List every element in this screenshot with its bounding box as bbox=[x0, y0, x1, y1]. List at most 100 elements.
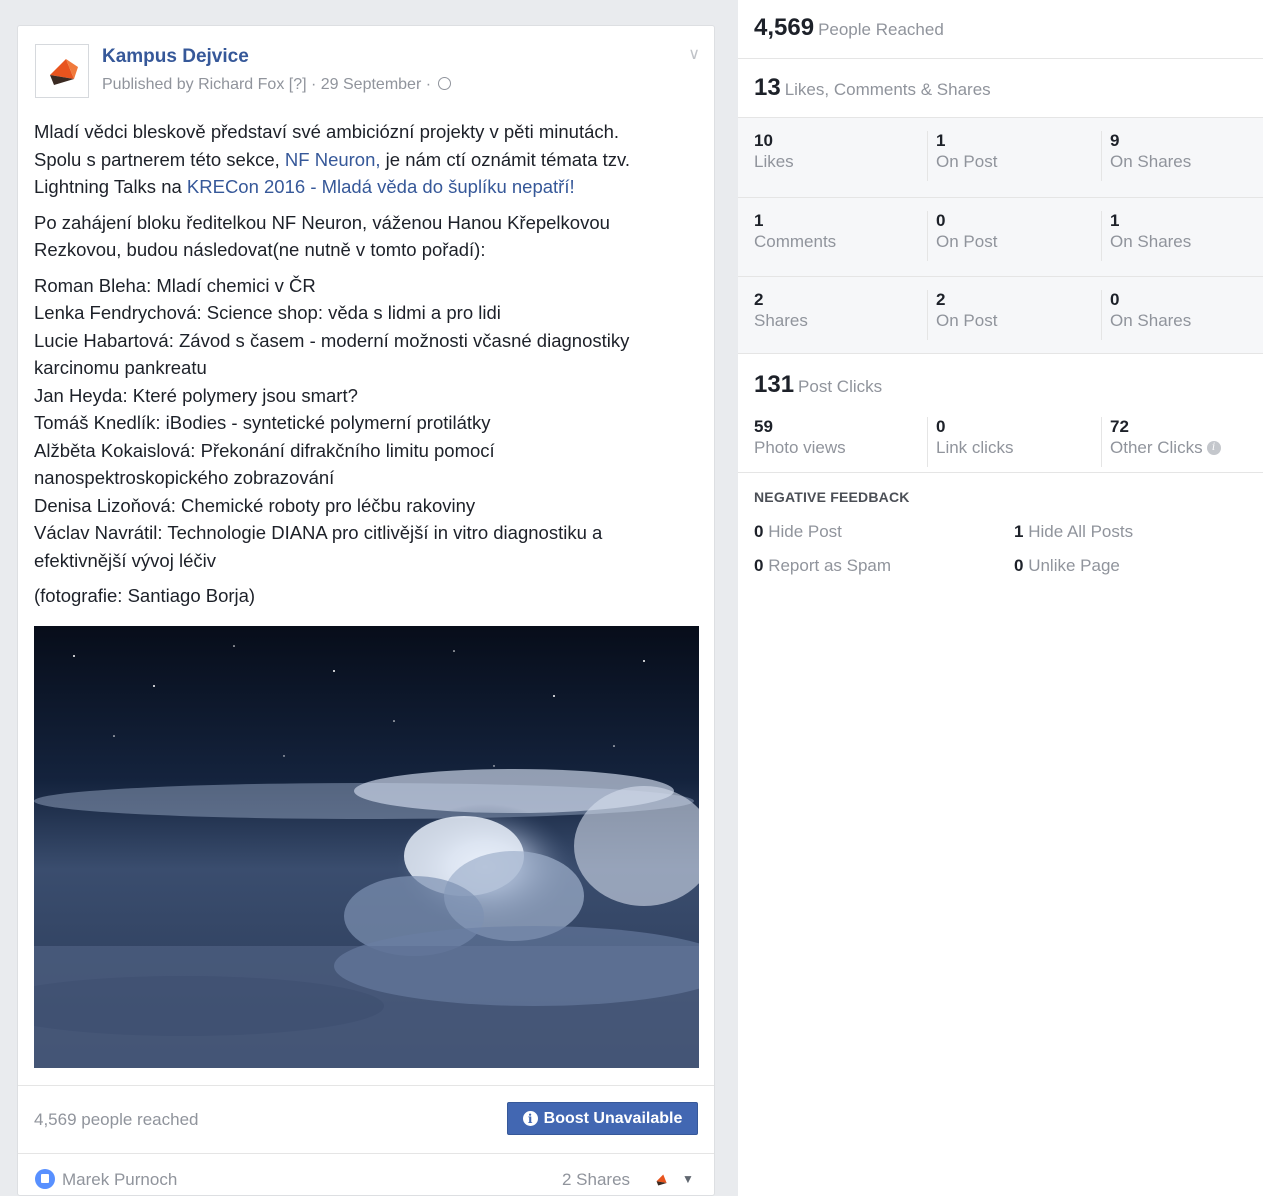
cell-number: 72 bbox=[1110, 417, 1129, 436]
cell-number: 2 bbox=[936, 290, 946, 309]
reactions-row: Marek Purnoch 2 Shares ▼ bbox=[18, 1153, 714, 1196]
shares-count[interactable]: 2 Shares bbox=[562, 1170, 630, 1190]
stat-label: People Reached bbox=[818, 20, 944, 39]
likes-on-shares: 9 On Shares bbox=[1101, 131, 1191, 181]
page-avatar[interactable] bbox=[35, 44, 89, 98]
speaker-line: Jan Heyda: Které polymery jsou smart? bbox=[34, 384, 358, 406]
paragraph-opening: Po zahájení bloku ředitelkou NF Neuron, … bbox=[34, 209, 704, 264]
cell-label: Comments bbox=[754, 232, 837, 251]
link-clicks: 0 Link clicks bbox=[927, 417, 1013, 467]
speaker-line: Denisa Lizoňová: Chemické roboty pro léč… bbox=[34, 494, 476, 516]
engagement-stat: 13 Likes, Comments & Shares bbox=[754, 74, 991, 102]
text-line: Rezkovou, budou následovat(ne nutně v to… bbox=[34, 239, 486, 260]
speaker-line: Tomáš Knedlík: iBodies - syntetické poly… bbox=[34, 412, 491, 433]
cell-label: Shares bbox=[754, 311, 808, 330]
stat-number: 0 bbox=[754, 556, 764, 575]
stat-label: Post Clicks bbox=[798, 377, 883, 396]
nf-neuron-link[interactable]: NF Neuron, bbox=[285, 149, 381, 170]
shares-total: 2 Shares bbox=[754, 290, 808, 332]
info-icon[interactable]: i bbox=[1206, 441, 1221, 455]
liker-name[interactable]: Marek Purnoch bbox=[62, 1170, 177, 1190]
shares-row: 2 Shares 2 On Post 0 On Shares bbox=[738, 276, 1263, 355]
paragraph-intro: Mladí vědci bleskově představí své ambic… bbox=[34, 118, 704, 201]
speaker-line: Alžběta Kokaislová: Překonání difrakčníh… bbox=[34, 439, 495, 461]
divider bbox=[738, 58, 1263, 59]
cell-number: 1 bbox=[1110, 211, 1120, 230]
text-line: (fotografie: Santiago Borja) bbox=[34, 585, 256, 606]
cell-label: On Post bbox=[936, 232, 998, 251]
stat-label: Report as Spam bbox=[768, 556, 892, 575]
speaker-line: Václav Navrátil: Technologie DIANA pro c… bbox=[34, 522, 603, 543]
cell-label: On Post bbox=[936, 311, 998, 330]
comments-on-post: 0 On Post bbox=[927, 211, 997, 261]
krecon-link[interactable]: KRECon 2016 - Mladá věda do šuplíku nepa… bbox=[187, 176, 575, 197]
other-clicks: 72 Other Clicks i bbox=[1101, 417, 1221, 467]
comments-on-shares: 1 On Shares bbox=[1101, 211, 1191, 261]
post-photo[interactable] bbox=[34, 626, 699, 1068]
cell-label: Photo views bbox=[754, 438, 846, 457]
cell-number: 0 bbox=[936, 211, 946, 230]
cell-number: 1 bbox=[754, 211, 764, 230]
likes-row: 10 Likes 1 On Post 9 On Shares bbox=[738, 118, 1263, 197]
text-fragment: Lightning Talks na bbox=[34, 176, 187, 197]
cell-label: Link clicks bbox=[936, 438, 1014, 457]
speaker-line: Roman Bleha: Mladí chemici v ČR bbox=[34, 274, 316, 296]
speaker-line: nanospektroskopického zobrazování bbox=[34, 467, 335, 488]
engagement-breakdown: 10 Likes 1 On Post 9 On Shares 1 Comments 0O… bbox=[738, 117, 1263, 354]
text-fragment: je nám ctí oznámit témata tzv. bbox=[380, 148, 631, 170]
speaker-line: Lenka Fendrychová: Science shop: věda s … bbox=[34, 302, 501, 323]
comments-total: 1 Comments bbox=[754, 211, 836, 253]
cell-label: Other Clicks i bbox=[1110, 437, 1221, 459]
stat-label: Hide All Posts bbox=[1028, 522, 1134, 541]
chevron-down-icon[interactable]: ∨ bbox=[688, 44, 700, 64]
cell-label: On Post bbox=[936, 152, 998, 171]
cell-label: On Shares bbox=[1110, 152, 1192, 171]
stat-number: 13 bbox=[754, 74, 781, 101]
likes-total: 10 Likes bbox=[754, 131, 794, 173]
stat-label: Hide Post bbox=[768, 522, 842, 541]
people-reached-text: 4,569 people reached bbox=[34, 1110, 199, 1129]
post-clicks-stat: 131 Post Clicks bbox=[754, 371, 882, 399]
cell-label: On Shares bbox=[1110, 311, 1192, 330]
likes-on-post: 1 On Post bbox=[927, 131, 997, 181]
cell-number: 2 bbox=[754, 290, 764, 309]
boost-label: Boost Unavailable bbox=[543, 1109, 683, 1127]
people-reached-stat: 4,569 People Reached bbox=[754, 14, 944, 42]
page-name-link[interactable]: Kampus Dejvice bbox=[102, 46, 249, 68]
other-clicks-label: Other Clicks bbox=[1110, 438, 1203, 457]
post-column: Kampus Dejvice Published by Richard Fox … bbox=[0, 0, 738, 1196]
globe-icon bbox=[437, 77, 451, 90]
stat-number: 4,569 bbox=[754, 14, 815, 41]
hide-all-posts-stat: 1 Hide All Posts bbox=[1014, 522, 1133, 542]
insights-panel: 4,569 People Reached 13 Likes, Comments & … bbox=[738, 0, 1263, 1196]
text-line: Po zahájení bloku ředitelkou NF Neuron, … bbox=[34, 211, 610, 233]
cell-number: 10 bbox=[754, 131, 773, 150]
speaker-line: Lucie Habartová: Závod s časem - moderní… bbox=[34, 329, 630, 351]
boost-button[interactable]: i Boost Unavailable bbox=[507, 1102, 698, 1135]
stat-number: 131 bbox=[754, 371, 795, 398]
post-meta: Published by Richard Fox [?] · 29 Septem… bbox=[102, 76, 451, 94]
photo-credit: (fotografie: Santiago Borja) bbox=[34, 582, 704, 610]
cell-label: Likes bbox=[754, 152, 794, 171]
kampus-logo-icon bbox=[50, 59, 78, 85]
divider bbox=[738, 472, 1263, 473]
photo-views: 59 Photo views bbox=[754, 417, 846, 459]
text-line: Lightning Talks na KRECon 2016 - Mladá v… bbox=[34, 173, 704, 201]
post-footer: 4,569 people reached i Boost Unavailable bbox=[18, 1085, 714, 1153]
caret-down-icon[interactable]: ▼ bbox=[682, 1172, 694, 1186]
stat-label: Unlike Page bbox=[1028, 556, 1120, 575]
stat-label: Likes, Comments & Shares bbox=[784, 80, 991, 99]
speaker-line: efektivnější vývoj léčiv bbox=[34, 549, 216, 571]
page-avatar-mini-icon[interactable] bbox=[654, 1172, 670, 1188]
cell-number: 59 bbox=[754, 417, 773, 436]
text-fragment: Spolu s partnerem této sekce, bbox=[34, 148, 285, 170]
clicks-breakdown: 59 Photo views 0 Link clicks 72 Other Click… bbox=[738, 404, 1263, 472]
storm-cloud-photo bbox=[34, 626, 699, 1068]
cell-number: 9 bbox=[1110, 131, 1120, 150]
published-by[interactable]: Published by Richard Fox [?] · 29 Septem… bbox=[102, 76, 431, 93]
like-icon bbox=[35, 1169, 55, 1189]
cell-label: On Shares bbox=[1110, 232, 1192, 251]
shares-on-shares: 0 On Shares bbox=[1101, 290, 1191, 340]
stat-number: 1 bbox=[1014, 522, 1024, 541]
cell-number: 0 bbox=[936, 417, 946, 436]
